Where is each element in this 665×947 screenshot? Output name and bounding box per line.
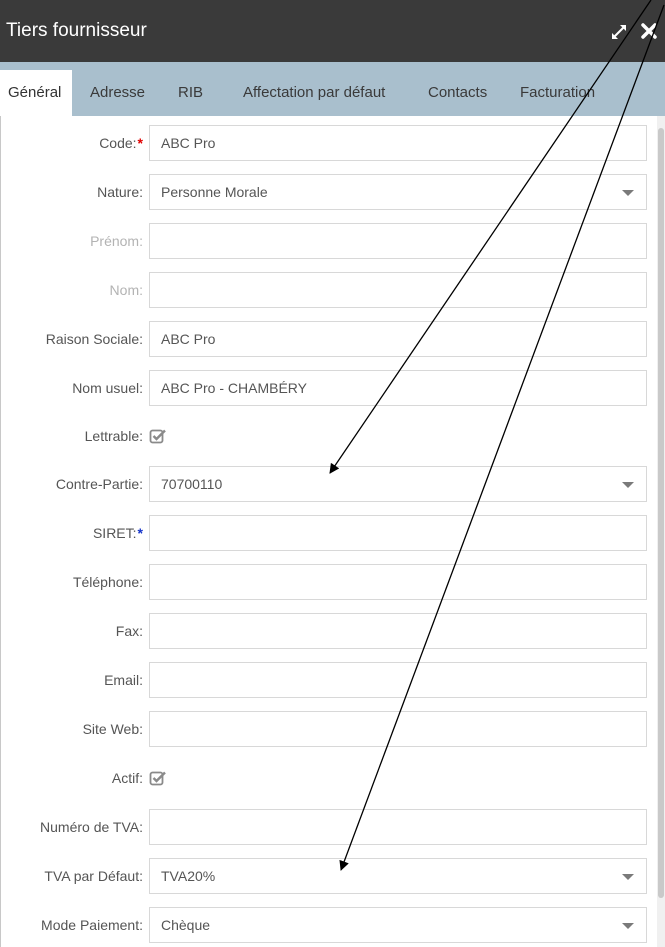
chevron-down-icon [622, 482, 634, 488]
fax-row: Fax: [1, 613, 658, 649]
required-marker: * [137, 135, 143, 151]
prenom-input[interactable] [149, 223, 647, 259]
form-panel: Code:* ABC Pro Nature: Personne Morale P… [0, 116, 657, 947]
tva-defaut-row: TVA par Défaut: TVA20% [1, 858, 658, 894]
email-input[interactable] [149, 662, 647, 698]
contre-partie-select[interactable]: 70700110 [149, 466, 647, 502]
tab-rib[interactable]: RIB [166, 70, 215, 116]
mode-paiement-label: Mode Paiement: [41, 917, 143, 933]
email-row: Email: [1, 662, 658, 698]
nom-row: Nom: [1, 272, 658, 308]
lettrable-checkbox[interactable] [149, 427, 167, 445]
actif-checkbox[interactable] [149, 769, 167, 787]
site-web-label: Site Web: [82, 721, 143, 737]
telephone-input[interactable] [149, 564, 647, 600]
fax-label: Fax: [115, 623, 143, 639]
contre-partie-row: Contre-Partie: 70700110 [1, 466, 658, 502]
raison-sociale-row: Raison Sociale: ABC Pro [1, 321, 658, 357]
code-input[interactable]: ABC Pro [149, 125, 647, 161]
scrollbar-thumb[interactable] [658, 128, 664, 898]
nature-value: Personne Morale [161, 184, 268, 200]
tva-defaut-label: TVA par Défaut: [44, 868, 143, 884]
nature-row: Nature: Personne Morale [1, 174, 658, 210]
numero-tva-input[interactable] [149, 809, 647, 845]
telephone-row: Téléphone: [1, 564, 658, 600]
actif-row: Actif: [1, 760, 658, 796]
fax-input[interactable] [149, 613, 647, 649]
raison-sociale-label: Raison Sociale: [45, 331, 143, 347]
window-titlebar: Tiers fournisseur [0, 0, 665, 62]
chevron-down-icon [622, 874, 634, 880]
prenom-row: Prénom: [1, 223, 658, 259]
tab-general[interactable]: Général [0, 70, 73, 116]
mode-paiement-value: Chèque [161, 917, 211, 933]
chevron-down-icon [622, 190, 634, 196]
tva-defaut-select[interactable]: TVA20% [149, 858, 647, 894]
scrollbar[interactable] [657, 116, 665, 947]
actif-label: Actif: [111, 770, 143, 786]
nom-input[interactable] [149, 272, 647, 308]
nom-label: Nom: [109, 282, 143, 298]
mode-paiement-row: Mode Paiement: Chèque [1, 907, 658, 943]
prenom-label: Prénom: [90, 233, 143, 249]
lettrable-row: Lettrable: [1, 418, 658, 454]
siret-input[interactable] [149, 515, 647, 551]
code-row: Code:* ABC Pro [1, 125, 658, 161]
nom-usuel-label: Nom usuel: [72, 380, 143, 396]
chevron-down-icon [622, 923, 634, 929]
nature-label: Nature: [97, 184, 143, 200]
site-web-row: Site Web: [1, 711, 658, 747]
nature-select[interactable]: Personne Morale [149, 174, 647, 210]
window-title: Tiers fournisseur [6, 20, 147, 41]
numero-tva-row: Numéro de TVA: [1, 809, 658, 845]
tva-defaut-value: TVA20% [161, 868, 216, 884]
contre-partie-value: 70700110 [161, 476, 223, 492]
site-web-input[interactable] [149, 711, 647, 747]
lettrable-label: Lettrable: [84, 428, 143, 444]
contre-partie-label: Contre-Partie: [55, 476, 143, 492]
siret-label: SIRET:* [92, 525, 143, 541]
close-icon[interactable] [639, 21, 659, 41]
tab-bar: Général Adresse RIB Affectation par défa… [0, 62, 665, 116]
tab-contacts[interactable]: Contacts [416, 70, 499, 116]
email-label: Email: [104, 672, 143, 688]
required-marker: * [137, 525, 143, 541]
nom-usuel-input[interactable]: ABC Pro - CHAMBÉRY [149, 370, 647, 406]
tab-adresse[interactable]: Adresse [78, 70, 157, 116]
raison-sociale-input[interactable]: ABC Pro [149, 321, 647, 357]
tab-affectation-par-defaut[interactable]: Affectation par défaut [231, 70, 397, 116]
tab-facturation[interactable]: Facturation [508, 70, 607, 116]
mode-paiement-select[interactable]: Chèque [149, 907, 647, 943]
telephone-label: Téléphone: [72, 574, 143, 590]
numero-tva-label: Numéro de TVA: [40, 819, 143, 835]
nom-usuel-row: Nom usuel: ABC Pro - CHAMBÉRY [1, 370, 658, 406]
siret-row: SIRET:* [1, 515, 658, 551]
expand-icon[interactable] [609, 22, 629, 42]
code-label: Code:* [99, 135, 143, 151]
